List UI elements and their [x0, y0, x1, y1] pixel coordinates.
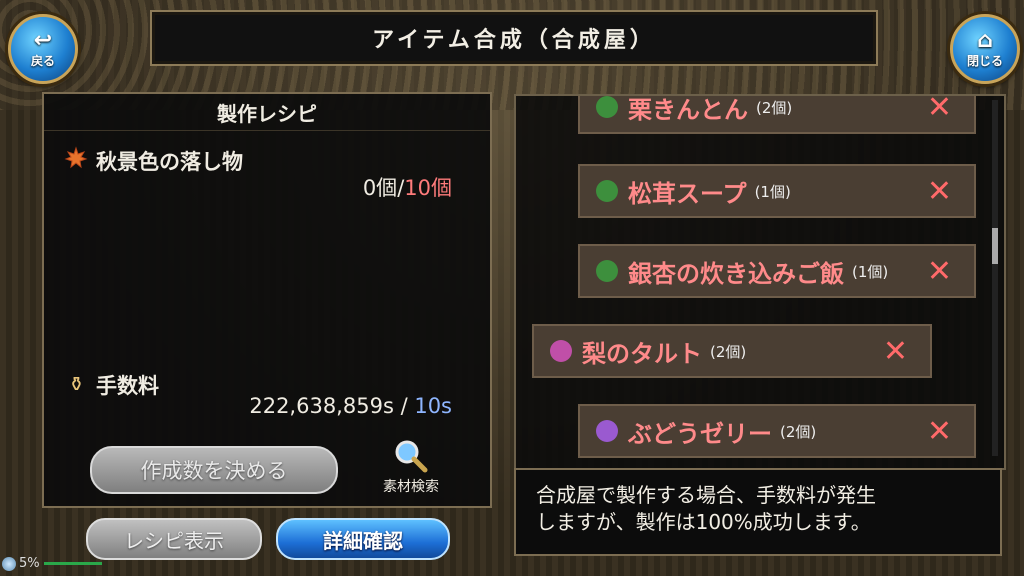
battery-text: 5%	[19, 556, 40, 571]
item-name: 栗きんとん	[628, 95, 748, 124]
pot-icon	[596, 96, 618, 118]
recipe-list-panel: 栗きんとん (2個) ✕ 松茸スープ (1個) ✕ 銀杏の炊き込みご飯 (1個)…	[514, 94, 1006, 470]
item-quantity: (1個)	[754, 182, 791, 201]
list-item[interactable]: 栗きんとん (2個) ✕	[578, 95, 976, 134]
recipe-panel: 製作レシピ 秋景色の落し物 0個/10個 ⚱ 手数料 222,638,859s …	[42, 92, 492, 508]
material-search-label: 素材検索	[383, 479, 439, 495]
magnifier-icon	[395, 440, 428, 473]
material-count: 0個/10個	[363, 172, 452, 202]
back-arrow-icon: ↩	[33, 27, 53, 53]
item-name: 松茸スープ	[628, 179, 747, 208]
decide-quantity-button[interactable]: 作成数を決める	[90, 446, 338, 494]
list-scrollbar[interactable]	[992, 100, 998, 456]
maple-leaf-icon	[64, 146, 88, 169]
potion-icon	[596, 420, 618, 442]
info-line-2: しますが、製作は100%成功します。	[536, 510, 871, 534]
item-quantity: (1個)	[852, 262, 889, 281]
list-item[interactable]: 松茸スープ (1個) ✕	[578, 164, 976, 218]
scrollbar-thumb[interactable]	[992, 228, 998, 264]
detail-check-button[interactable]: 詳細確認	[276, 518, 450, 560]
recipe-view-button[interactable]: レシピ表示	[86, 518, 262, 560]
remove-icon[interactable]: ✕	[883, 334, 908, 369]
remove-icon[interactable]: ✕	[927, 414, 952, 449]
material-name: 秋景色の落し物	[96, 150, 243, 174]
remove-icon[interactable]: ✕	[927, 254, 952, 289]
info-line-1: 合成屋で製作する場合、手数料が発生	[536, 483, 876, 507]
pot-icon	[596, 180, 618, 202]
item-name: 梨のタルト	[582, 339, 702, 368]
recipe-panel-title: 製作レシピ	[44, 94, 490, 131]
back-button[interactable]: ↩ 戻る	[8, 14, 78, 84]
item-name: ぶどうゼリー	[628, 419, 772, 448]
item-quantity: (2個)	[756, 98, 793, 117]
item-quantity: (2個)	[780, 422, 817, 441]
remove-icon[interactable]: ✕	[927, 174, 952, 209]
fee-value: 222,638,859s / 10s	[249, 394, 452, 418]
material-need: 10個	[404, 176, 452, 200]
fee-amount: 222,638,859s	[249, 394, 394, 418]
list-item[interactable]: 銀杏の炊き込みご飯 (1個) ✕	[578, 244, 976, 298]
list-item[interactable]: ぶどうゼリー (2個) ✕	[578, 404, 976, 458]
battery-bar	[43, 562, 102, 565]
back-label: 戻る	[30, 53, 55, 68]
material-search-button[interactable]: 素材検索	[366, 438, 456, 498]
list-item[interactable]: 梨のタルト (2個) ✕	[532, 324, 932, 378]
remove-icon[interactable]: ✕	[927, 96, 952, 125]
coin-icon: ⚱	[68, 372, 85, 396]
info-message-box: 合成屋で製作する場合、手数料が発生 しますが、製作は100%成功します。	[514, 468, 1002, 556]
item-name: 銀杏の炊き込みご飯	[628, 259, 844, 288]
close-button[interactable]: ⌂ 閉じる	[950, 14, 1020, 84]
home-icon: ⌂	[977, 27, 993, 53]
fee-separator: /	[393, 394, 415, 418]
item-quantity: (2個)	[710, 342, 747, 361]
battery-indicator: 5%	[2, 556, 102, 571]
battery-icon	[2, 556, 16, 571]
close-label: 閉じる	[966, 53, 1003, 68]
page-title: アイテム合成（合成屋）	[372, 28, 656, 53]
fee-time: 10s	[414, 394, 452, 418]
title-bar: アイテム合成（合成屋）	[150, 10, 878, 66]
material-have: 0個	[362, 176, 398, 200]
pot-icon	[596, 260, 618, 282]
tart-icon	[550, 340, 572, 362]
fee-label: 手数料	[96, 374, 159, 398]
